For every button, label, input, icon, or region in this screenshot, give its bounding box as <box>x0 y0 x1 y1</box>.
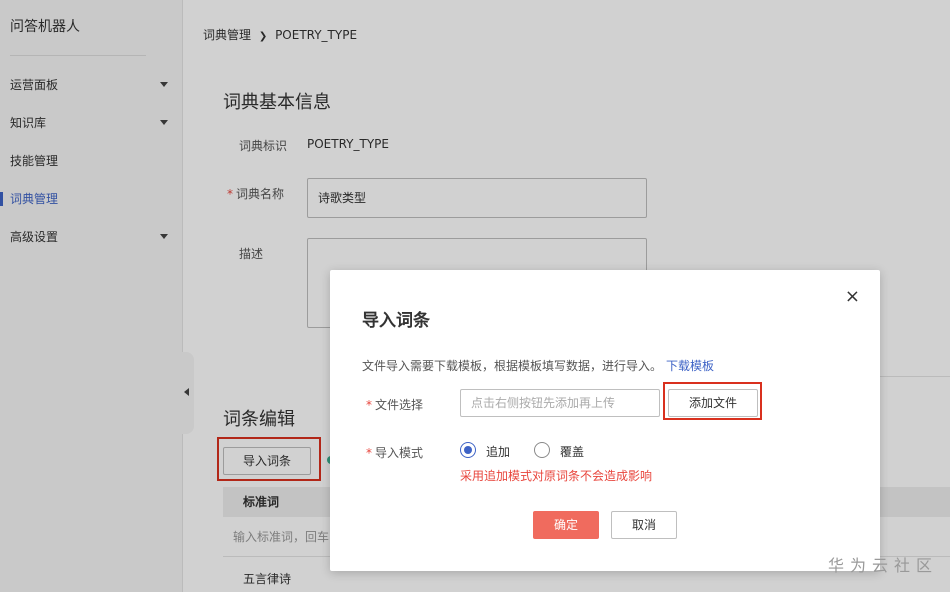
hint-text: 文件导入需要下载模板，根据模板填写数据，进行导入。 <box>362 359 663 373</box>
watermark: 华为云社区 <box>827 556 938 575</box>
overwrite-radio-label[interactable]: 覆盖 <box>560 443 584 460</box>
file-path-input[interactable]: 点击右侧按钮先添加再上传 <box>460 389 660 417</box>
dialog-title: 导入词条 <box>362 311 430 331</box>
required-asterisk: * <box>366 446 372 460</box>
append-mode-warning: 采用追加模式对原词条不会造成影响 <box>460 469 653 483</box>
append-radio[interactable] <box>460 442 476 458</box>
overwrite-radio[interactable] <box>534 442 550 458</box>
highlight-box <box>663 382 762 420</box>
import-entries-dialog: × 导入词条 文件导入需要下载模板，根据模板填写数据，进行导入。 下载模板 * 文件… <box>330 270 880 571</box>
close-icon[interactable]: × <box>845 288 860 306</box>
file-select-label: * 文件选择 <box>366 396 423 413</box>
file-select-label-text: 文件选择 <box>375 398 424 412</box>
append-radio-label[interactable]: 追加 <box>486 443 510 460</box>
download-template-link[interactable]: 下载模板 <box>666 359 714 373</box>
cancel-button[interactable]: 取消 <box>611 511 677 539</box>
import-mode-label: * 导入模式 <box>366 444 423 461</box>
dialog-hint: 文件导入需要下载模板，根据模板填写数据，进行导入。 下载模板 <box>362 357 714 374</box>
confirm-button[interactable]: 确定 <box>533 511 599 539</box>
import-mode-label-text: 导入模式 <box>375 446 424 460</box>
required-asterisk: * <box>366 398 372 412</box>
